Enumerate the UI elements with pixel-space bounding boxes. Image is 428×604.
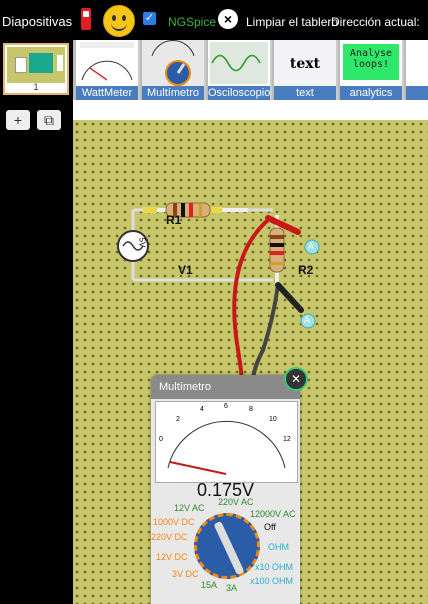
range-3a[interactable]: 3A: [226, 583, 237, 593]
range-12000v-ac[interactable]: 12000V AC: [250, 509, 296, 519]
range-1000v-dc[interactable]: 1000V DC: [153, 517, 195, 527]
palette-item-analytics[interactable]: Analyse loops! analytics: [340, 40, 404, 100]
r2-label: R2: [298, 263, 314, 277]
resistor-r1[interactable]: [143, 202, 248, 218]
palette-item-more[interactable]: [406, 40, 428, 100]
range-x10-ohm[interactable]: x10 OHM: [255, 562, 293, 572]
top-toolbar: ✓ NGSpice × Limpiar el tablero Dirección…: [73, 0, 428, 40]
range-3v-dc[interactable]: 3V DC: [172, 569, 199, 579]
clear-board-icon[interactable]: ×: [218, 9, 238, 29]
simulator-label: NGSpice: [168, 15, 217, 29]
power-switch-icon[interactable]: [81, 8, 91, 30]
probe-a-label: A: [308, 241, 315, 251]
clear-board-button[interactable]: Limpiar el tablero: [246, 15, 338, 29]
smiley-icon[interactable]: [103, 5, 135, 37]
oscilloscope-icon: [210, 42, 268, 84]
slide-number: 1: [33, 82, 39, 92]
multimeter-title: Multímetro: [159, 381, 211, 393]
analytics-preview: Analyse loops!: [343, 44, 399, 80]
range-12v-dc[interactable]: 12V DC: [156, 552, 188, 562]
probe-a-label: A: [304, 315, 311, 325]
text-preview: text: [289, 56, 321, 72]
range-off[interactable]: Off: [264, 522, 276, 532]
scale-label: 6: [224, 403, 228, 410]
range-220v-dc[interactable]: 220V DC: [151, 532, 188, 542]
component-palette: WattMeter Multímetro Osciloscopio text t…: [73, 40, 428, 100]
copy-slide-button[interactable]: ⧉: [37, 110, 61, 130]
scale-label: 0: [159, 436, 163, 443]
v1-label: V1: [178, 263, 193, 277]
slide-thumbnail[interactable]: 1: [3, 43, 69, 95]
simulator-checkbox[interactable]: ✓: [143, 12, 156, 25]
palette-item-oscilloscope[interactable]: Osciloscopio: [208, 40, 272, 100]
close-icon[interactable]: ✕: [284, 367, 308, 391]
range-selector-knob[interactable]: [194, 513, 260, 579]
range-ohm[interactable]: OHM: [268, 542, 289, 552]
wattmeter-icon: [76, 40, 138, 86]
r1-label: R1: [166, 213, 182, 227]
palette-label: Multímetro: [142, 86, 204, 100]
palette-label: text: [274, 86, 336, 100]
palette-label: Osciloscopio: [208, 86, 270, 100]
palette-item-text[interactable]: text text: [274, 40, 338, 100]
scale-label: 8: [249, 406, 253, 413]
scale-arc: [167, 420, 286, 475]
multimeter-icon: [142, 40, 204, 86]
range-220v-ac[interactable]: 220V AC: [218, 497, 254, 507]
v1-value: 5V: [137, 237, 147, 248]
range-15a[interactable]: 15A: [201, 580, 217, 590]
scale-label: 10: [269, 416, 277, 423]
range-x100-ohm[interactable]: x100 OHM: [250, 576, 293, 586]
slides-sidebar: Diapositivas 1 + ⧉: [0, 0, 73, 604]
palette-label: analytics: [340, 86, 402, 100]
palette-item-multimeter[interactable]: Multímetro: [142, 40, 206, 100]
scale-label: 4: [200, 406, 204, 413]
slide-preview: [7, 47, 65, 83]
palette-item-wattmeter[interactable]: WattMeter: [76, 40, 140, 100]
range-12v-ac[interactable]: 12V AC: [174, 503, 205, 513]
scale-label: 2: [176, 416, 180, 423]
direction-label: Dirección actual:: [331, 15, 420, 29]
sidebar-title: Diapositivas: [2, 14, 73, 29]
palette-label: WattMeter: [76, 86, 138, 100]
multimeter-header: Multímetro: [151, 375, 300, 399]
analog-scale: 0 2 4 6 8 10 12: [155, 401, 298, 483]
multimeter-panel[interactable]: Multímetro ✕ 0 2 4 6 8 10 12 0.175V 12V …: [151, 367, 308, 604]
scale-label: 12: [283, 436, 291, 443]
add-slide-button[interactable]: +: [6, 110, 30, 130]
scroll-strip: [73, 100, 428, 120]
